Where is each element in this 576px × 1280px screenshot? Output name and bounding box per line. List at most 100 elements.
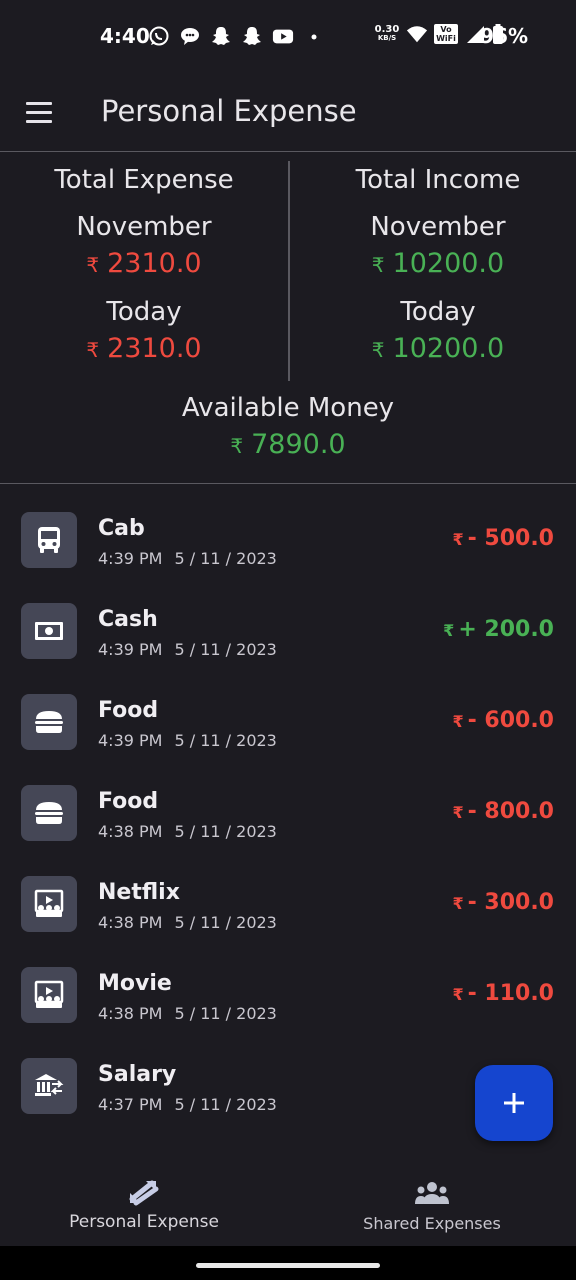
transaction-row[interactable]: Cab 4:39 PM 5 / 11 / 2023 ₹ - 500.0: [0, 494, 576, 585]
transaction-name: Salary: [98, 1062, 177, 1087]
rupee-icon: ₹: [371, 338, 385, 362]
transaction-datetime: 4:39 PM 5 / 11 / 2023: [98, 549, 277, 568]
transaction-name: Cash: [98, 607, 158, 632]
transaction-row[interactable]: Food 4:38 PM 5 / 11 / 2023 ₹ - 800.0: [0, 767, 576, 858]
transaction-row[interactable]: Movie 4:38 PM 5 / 11 / 2023 ₹ - 110.0: [0, 949, 576, 1040]
transaction-row[interactable]: Food 4:39 PM 5 / 11 / 2023 ₹ - 600.0: [0, 676, 576, 767]
bus-icon: [21, 512, 77, 568]
network-speed: 0.30 KB/S: [374, 24, 400, 43]
rupee-icon: ₹: [452, 803, 464, 822]
app-bar: Personal Expense: [0, 72, 576, 152]
income-month-amount: ₹10200.0: [371, 248, 505, 279]
income-today-amount: ₹10200.0: [371, 333, 505, 364]
youtube-icon: [272, 25, 294, 47]
nav-personal-expense[interactable]: Personal Expense: [0, 1160, 288, 1246]
banknote-icon: [21, 603, 77, 659]
summary-divider: [288, 161, 290, 381]
expense-summary: Total Expense November ₹2310.0 Today ₹23…: [0, 163, 288, 369]
theater-icon: [21, 967, 77, 1023]
transaction-time: 4:38 PM: [98, 822, 163, 841]
transaction-date: 5 / 11 / 2023: [174, 1004, 277, 1023]
rupee-icon: ₹: [371, 253, 385, 277]
add-transaction-button[interactable]: [475, 1065, 553, 1141]
nav-label: Shared Expenses: [363, 1214, 501, 1233]
group-icon: [414, 1178, 450, 1208]
rupee-icon: ₹: [452, 894, 464, 913]
nav-shared-expenses[interactable]: Shared Expenses: [288, 1160, 576, 1246]
transaction-time: 4:38 PM: [98, 1004, 163, 1023]
transaction-date: 5 / 11 / 2023: [174, 549, 277, 568]
snapchat-icon: [210, 25, 232, 47]
transaction-time: 4:38 PM: [98, 913, 163, 932]
transaction-date: 5 / 11 / 2023: [174, 640, 277, 659]
transaction-date: 5 / 11 / 2023: [174, 1095, 277, 1114]
expense-month-amount: ₹2310.0: [86, 248, 202, 279]
plus-icon: [504, 1093, 524, 1113]
rupee-icon: ₹: [452, 985, 464, 1004]
transaction-datetime: 4:38 PM 5 / 11 / 2023: [98, 822, 277, 841]
transaction-date: 5 / 11 / 2023: [174, 731, 277, 750]
battery-percent: 96%: [480, 24, 528, 48]
burger-icon: [21, 785, 77, 841]
transaction-amount: ₹ - 500.0: [452, 526, 554, 551]
status-bar: 4:40 0.30 KB/S Vo WiFi 96%: [0, 0, 576, 72]
rupee-icon: ₹: [452, 530, 464, 549]
available-money: Available Money ₹7890.0: [0, 391, 576, 465]
available-label: Available Money: [181, 393, 395, 423]
income-today-label: Today: [400, 297, 476, 327]
bottom-navigation: Personal Expense Shared Expenses: [0, 1160, 576, 1246]
transaction-name: Netflix: [98, 880, 180, 905]
transaction-datetime: 4:37 PM 5 / 11 / 2023: [98, 1095, 277, 1114]
transaction-amount: ₹ - 800.0: [452, 799, 554, 824]
transaction-amount: ₹ + 200.0: [443, 617, 554, 642]
income-month-label: November: [370, 212, 506, 242]
rupee-icon: ₹: [86, 253, 100, 277]
nav-label: Personal Expense: [69, 1212, 219, 1232]
status-time: 4:40: [100, 24, 150, 48]
summary-panel: Total Expense November ₹2310.0 Today ₹23…: [0, 153, 576, 484]
expense-today-label: Today: [106, 297, 182, 327]
whatsapp-icon: [148, 25, 170, 47]
transaction-amount: ₹ - 110.0: [452, 981, 554, 1006]
rupee-icon: ₹: [443, 621, 455, 640]
home-gesture-handle[interactable]: [196, 1263, 380, 1268]
transaction-datetime: 4:39 PM 5 / 11 / 2023: [98, 640, 277, 659]
chat-icon: [179, 25, 201, 47]
transaction-amount: ₹ - 300.0: [452, 890, 554, 915]
available-amount: ₹7890.0: [230, 429, 346, 460]
rupee-icon: ₹: [230, 434, 244, 458]
theater-icon: [21, 876, 77, 932]
swap-arrows-icon: [128, 1178, 160, 1208]
transaction-datetime: 4:38 PM 5 / 11 / 2023: [98, 913, 277, 932]
expense-heading: Total Expense: [54, 165, 234, 195]
expense-today-amount: ₹2310.0: [86, 333, 202, 364]
transaction-date: 5 / 11 / 2023: [174, 822, 277, 841]
wifi-icon: [406, 23, 428, 45]
transaction-name: Food: [98, 698, 159, 723]
transaction-name: Food: [98, 789, 159, 814]
income-summary: Total Income November ₹10200.0 Today ₹10…: [294, 163, 576, 369]
hamburger-menu-icon[interactable]: [20, 94, 58, 130]
income-heading: Total Income: [355, 165, 521, 195]
more-notifications-dot-icon: [303, 25, 325, 47]
vowifi-badge: Vo WiFi: [434, 24, 458, 44]
transaction-time: 4:39 PM: [98, 640, 163, 659]
expense-month-label: November: [76, 212, 212, 242]
transaction-amount: ₹ - 600.0: [452, 708, 554, 733]
transaction-name: Movie: [98, 971, 172, 996]
gesture-navigation-bar: [0, 1246, 576, 1280]
transaction-row[interactable]: Netflix 4:38 PM 5 / 11 / 2023 ₹ - 300.0: [0, 858, 576, 949]
transaction-date: 5 / 11 / 2023: [174, 913, 277, 932]
transaction-name: Cab: [98, 516, 145, 541]
transaction-time: 4:37 PM: [98, 1095, 163, 1114]
rupee-icon: ₹: [86, 338, 100, 362]
transaction-datetime: 4:39 PM 5 / 11 / 2023: [98, 731, 277, 750]
page-title: Personal Expense: [101, 94, 357, 128]
notification-icons: [148, 25, 325, 47]
snapchat-icon: [241, 25, 263, 47]
transaction-datetime: 4:38 PM 5 / 11 / 2023: [98, 1004, 277, 1023]
rupee-icon: ₹: [452, 712, 464, 731]
transaction-row[interactable]: Cash 4:39 PM 5 / 11 / 2023 ₹ + 200.0: [0, 585, 576, 676]
burger-icon: [21, 694, 77, 750]
transaction-time: 4:39 PM: [98, 731, 163, 750]
